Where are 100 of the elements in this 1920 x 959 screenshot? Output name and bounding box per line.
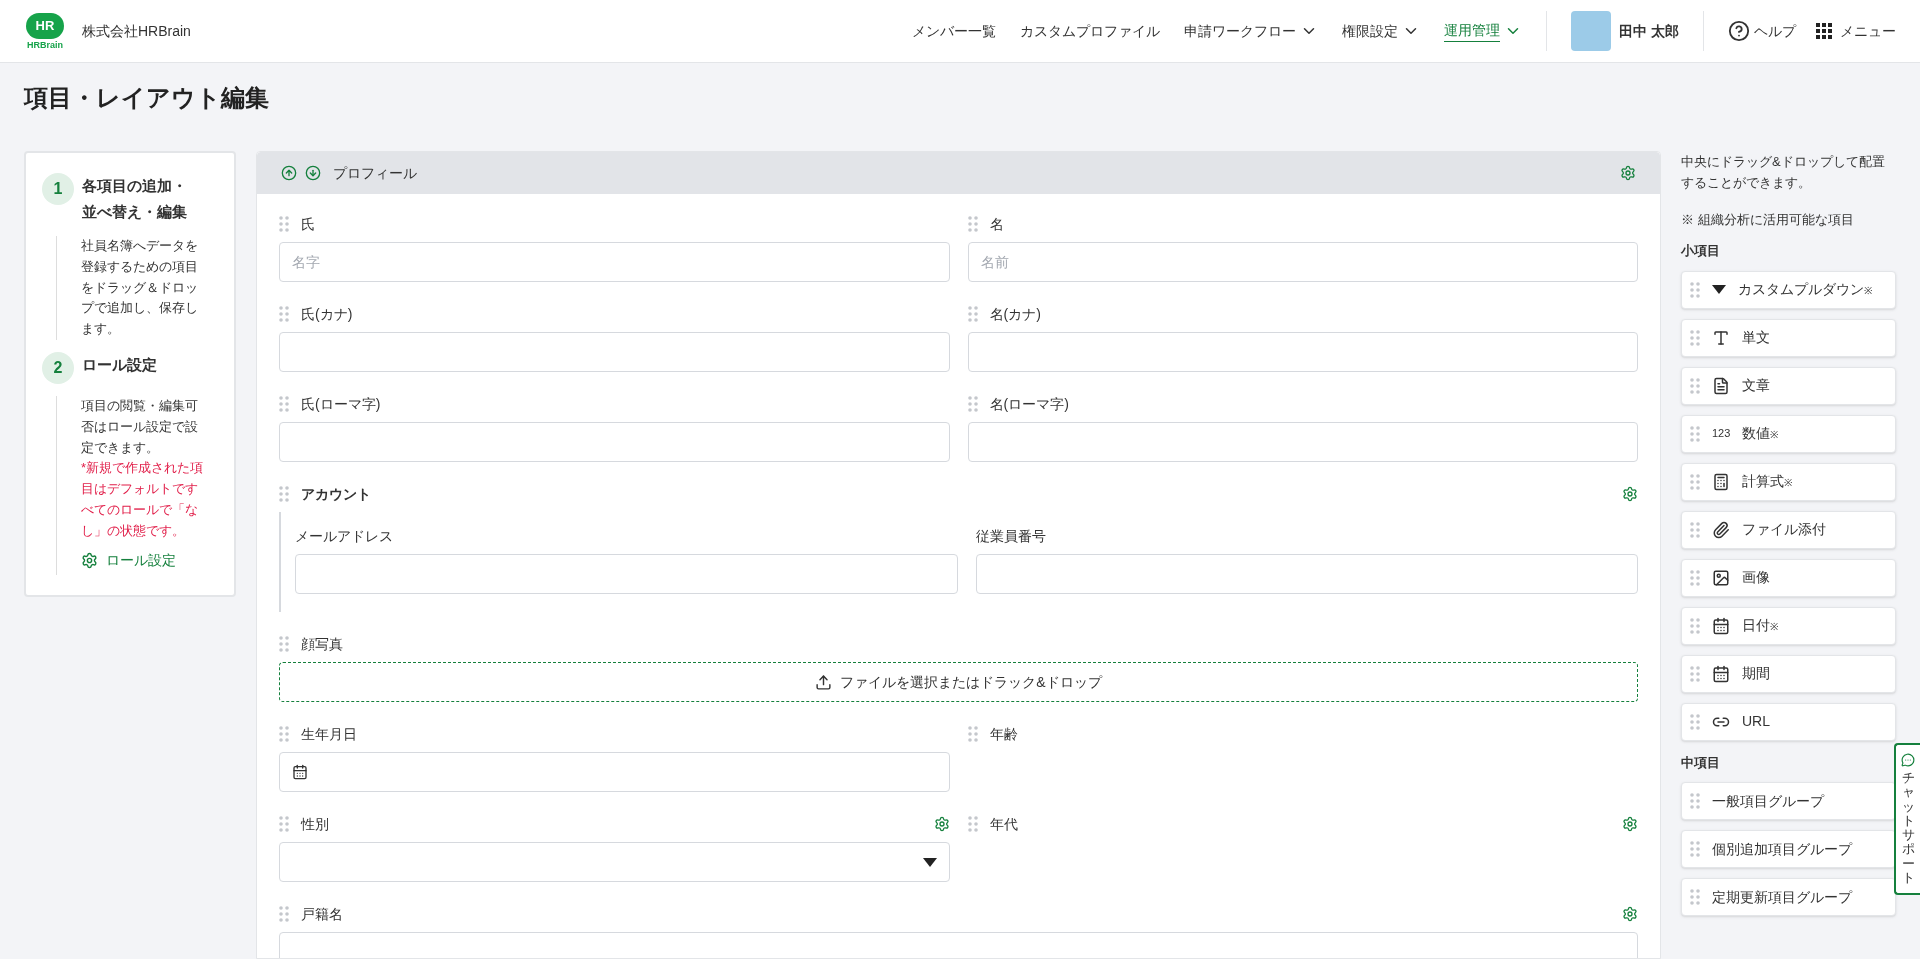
drag-handle-icon[interactable] — [279, 306, 289, 322]
drag-handle-icon[interactable] — [1690, 617, 1700, 634]
settings-icon[interactable] — [1620, 165, 1636, 181]
palette-section-title: 小項目 — [1681, 242, 1721, 261]
palette-item-label: ファイル添付 — [1742, 520, 1826, 540]
text-input-field[interactable] — [975, 554, 1638, 594]
text-icon — [1712, 328, 1730, 347]
palette-item[interactable]: 画像 — [1681, 558, 1896, 597]
field-label: 氏(カナ) — [301, 304, 353, 324]
drag-handle-icon[interactable] — [279, 906, 289, 922]
text-input-field[interactable]: 名前 — [967, 242, 1638, 282]
drag-handle-icon[interactable] — [1690, 425, 1700, 442]
text-input-field[interactable] — [279, 332, 950, 372]
upload-icon — [815, 673, 833, 691]
settings-icon[interactable] — [1622, 816, 1638, 832]
drag-handle-icon[interactable] — [1690, 521, 1700, 538]
settings-icon[interactable] — [933, 816, 950, 832]
drag-handle-icon[interactable] — [1690, 377, 1700, 394]
field-label: 名 — [989, 214, 1004, 234]
group-title: アカウント — [301, 484, 371, 504]
drag-handle-icon[interactable] — [279, 636, 289, 652]
drag-handle-icon[interactable] — [1690, 713, 1700, 730]
palette-item[interactable]: 定期更新項目グループ — [1681, 878, 1896, 917]
palette-item[interactable]: カスタムプルダウン※ — [1681, 270, 1896, 309]
palette-item[interactable]: 単文 — [1681, 318, 1896, 357]
calendar-icon — [1712, 616, 1730, 635]
help-link[interactable]: ヘルプ — [1728, 20, 1796, 42]
palette-item-label: カスタムプルダウン※ — [1738, 280, 1872, 300]
menu-button[interactable]: メニュー — [1816, 20, 1896, 42]
drag-handle-icon[interactable] — [1690, 665, 1700, 682]
field-label: 氏(ローマ字) — [301, 394, 381, 414]
drag-handle-icon[interactable] — [967, 396, 978, 412]
nav-link[interactable]: 運用管理 — [1444, 20, 1523, 42]
palette-item-label: 定期更新項目グループ — [1712, 887, 1852, 907]
text-input-field[interactable]: 名字 — [279, 242, 950, 282]
nav-link[interactable]: 申請ワークフロー — [1184, 20, 1319, 42]
drag-handle-icon[interactable] — [279, 396, 289, 412]
palette-item-label: 画像 — [1742, 568, 1770, 588]
settings-icon — [81, 551, 98, 569]
drag-handle-icon[interactable] — [279, 486, 289, 502]
paperclip-icon — [1712, 520, 1730, 539]
drag-handle-icon[interactable] — [967, 216, 978, 232]
avatar[interactable] — [1571, 11, 1612, 51]
palette-item[interactable]: URL — [1681, 702, 1896, 741]
field-label: 戸籍名 — [301, 904, 343, 924]
caret-icon — [1712, 285, 1726, 295]
palette-item-label: 単文 — [1742, 328, 1770, 348]
document-icon — [1712, 376, 1730, 395]
drag-handle-icon[interactable] — [967, 726, 978, 742]
drag-handle-icon[interactable] — [279, 816, 289, 832]
drag-handle-icon[interactable] — [1690, 889, 1700, 906]
move-up-icon[interactable] — [281, 165, 297, 181]
settings-icon[interactable] — [1622, 906, 1638, 922]
palette-item[interactable]: 文章 — [1681, 366, 1896, 405]
text-input-field[interactable] — [279, 422, 950, 462]
nav-link[interactable]: メンバー一覧 — [912, 20, 997, 42]
drag-handle-icon[interactable] — [279, 726, 289, 742]
palette-item[interactable]: 日付※ — [1681, 606, 1896, 645]
palette-item[interactable]: ファイル添付 — [1681, 510, 1896, 549]
text-input-field[interactable] — [295, 554, 958, 594]
nav-link[interactable]: カスタムプロファイル — [1020, 20, 1161, 42]
palette-item[interactable]: 個別追加項目グループ — [1681, 830, 1896, 869]
settings-icon[interactable] — [1622, 486, 1638, 502]
chat-icon — [1901, 753, 1915, 767]
drag-handle-icon[interactable] — [1690, 473, 1700, 490]
user-name[interactable]: 田中 太郎 — [1619, 20, 1679, 42]
step-description: 項目の閲覧・編集可否はロール設定で設定できます。 *新規で作成された項目はデフォルトですべてのロールで「なし」の状態です。 — [81, 397, 205, 540]
palette-section-title: 中項目 — [1681, 753, 1721, 772]
select-field[interactable] — [279, 842, 950, 882]
calculator-icon — [1712, 472, 1730, 491]
date-input-field[interactable] — [279, 752, 950, 792]
palette-item-label: 一般項目グループ — [1712, 791, 1824, 811]
palette-item[interactable]: 計算式※ — [1681, 462, 1896, 501]
drag-handle-icon[interactable] — [967, 306, 978, 322]
palette-item[interactable]: 期間 — [1681, 654, 1896, 693]
chat-support-tab[interactable]: チャットサポート — [1894, 743, 1920, 896]
drag-handle-icon[interactable] — [1690, 793, 1700, 810]
drag-handle-icon[interactable] — [1690, 329, 1700, 346]
drag-handle-icon[interactable] — [1690, 281, 1700, 298]
step-number: 2 — [42, 352, 74, 384]
text-input-field[interactable] — [967, 422, 1638, 462]
drag-handle-icon[interactable] — [1690, 569, 1700, 586]
field-label: 生年月日 — [301, 724, 357, 744]
file-upload-area[interactable]: ファイルを選択またはドラック&ドロップ — [279, 662, 1638, 702]
drag-handle-icon[interactable] — [967, 816, 978, 832]
role-settings-link[interactable]: ロール設定 — [81, 549, 218, 575]
help-icon — [1728, 20, 1750, 42]
palette-item[interactable]: 123 数値※ — [1681, 414, 1896, 453]
drag-handle-icon[interactable] — [279, 216, 289, 232]
nav-link[interactable]: 権限設定 — [1342, 20, 1421, 42]
palette-item-label: 計算式※ — [1742, 472, 1792, 492]
text-input-field[interactable] — [967, 332, 1638, 372]
move-down-icon[interactable] — [305, 165, 321, 181]
calendar-icon — [1712, 664, 1730, 683]
palette-item-label: 期間 — [1742, 664, 1770, 684]
palette-item-label: 日付※ — [1742, 616, 1778, 636]
field-label: 顔写真 — [301, 634, 343, 654]
palette-item-label: 数値※ — [1742, 424, 1779, 444]
drag-handle-icon[interactable] — [1690, 841, 1700, 858]
palette-item[interactable]: 一般項目グループ — [1681, 782, 1896, 821]
